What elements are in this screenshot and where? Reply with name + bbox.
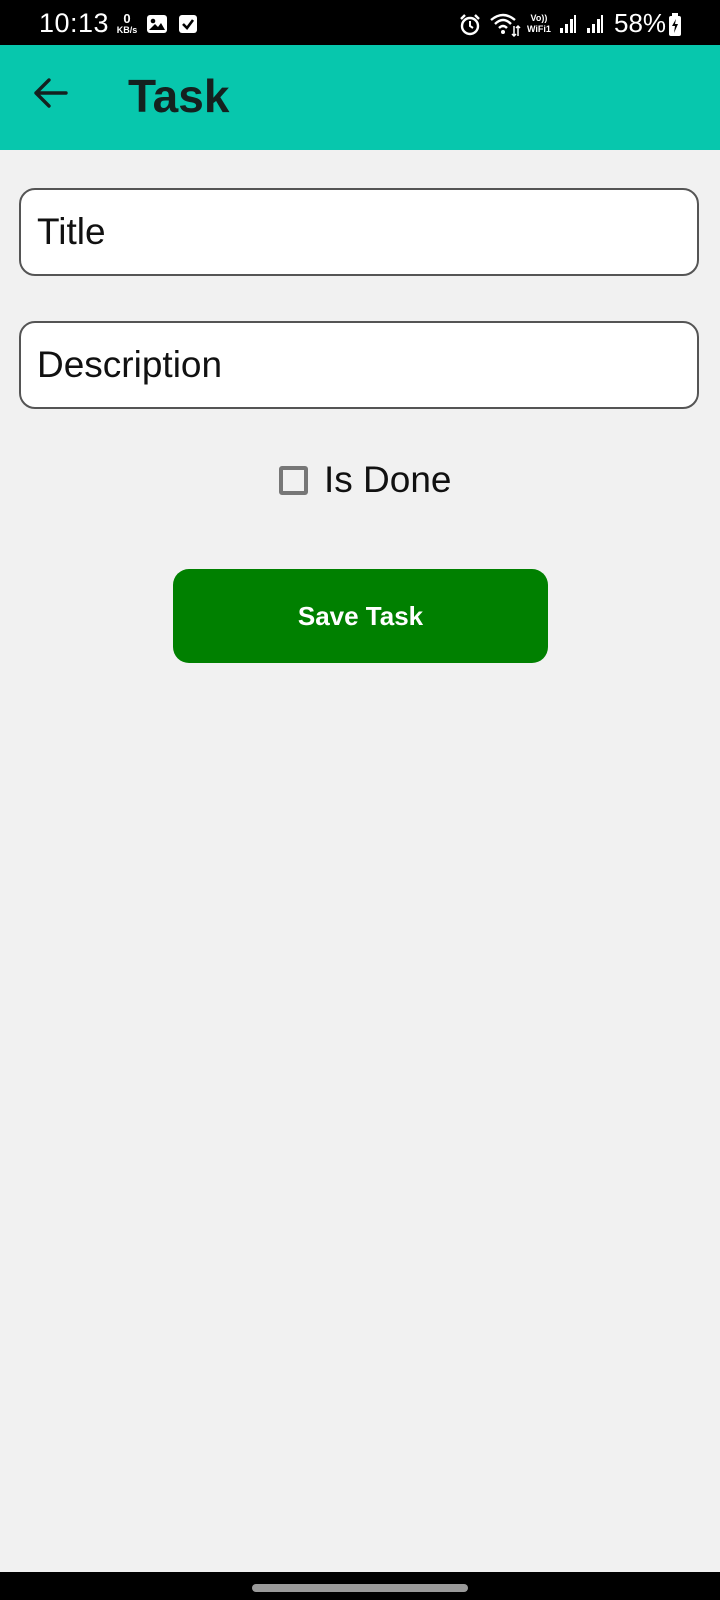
is-done-checkbox[interactable]: [279, 465, 308, 495]
app-bar: Task: [0, 45, 720, 150]
back-button[interactable]: [26, 71, 74, 119]
wifi-calling-label: WiFi1: [527, 24, 551, 34]
network-speed: 0 KB/s: [114, 12, 140, 35]
network-speed-unit: KB/s: [116, 25, 138, 35]
is-done-checkbox-row[interactable]: Is Done: [279, 459, 452, 501]
signal-icon: [586, 14, 604, 39]
save-task-button[interactable]: Save Task: [173, 569, 548, 663]
status-time: 10:13: [39, 8, 110, 38]
title-input[interactable]: [19, 188, 699, 276]
check-box-icon: [178, 14, 198, 39]
wifi-icon: [489, 12, 521, 43]
network-speed-value: 0: [123, 11, 131, 26]
page-title: Task: [128, 70, 230, 122]
battery-percentage: 58%: [614, 8, 667, 38]
volte-label: Vo)): [530, 13, 548, 23]
signal-icon: [559, 14, 577, 39]
is-done-label: Is Done: [324, 459, 452, 500]
navigation-bar: [0, 1572, 720, 1600]
battery-icon: [668, 13, 682, 42]
description-input[interactable]: [19, 321, 699, 409]
status-bar: 10:13 0 KB/s Vo)) WiFi1 58%: [0, 0, 720, 45]
gallery-icon: [146, 14, 168, 39]
home-gesture-handle[interactable]: [252, 1584, 468, 1592]
alarm-icon: [458, 13, 482, 42]
arrow-left-icon: [32, 77, 68, 114]
volte-wifi-indicator: Vo)) WiFi1: [527, 13, 551, 35]
